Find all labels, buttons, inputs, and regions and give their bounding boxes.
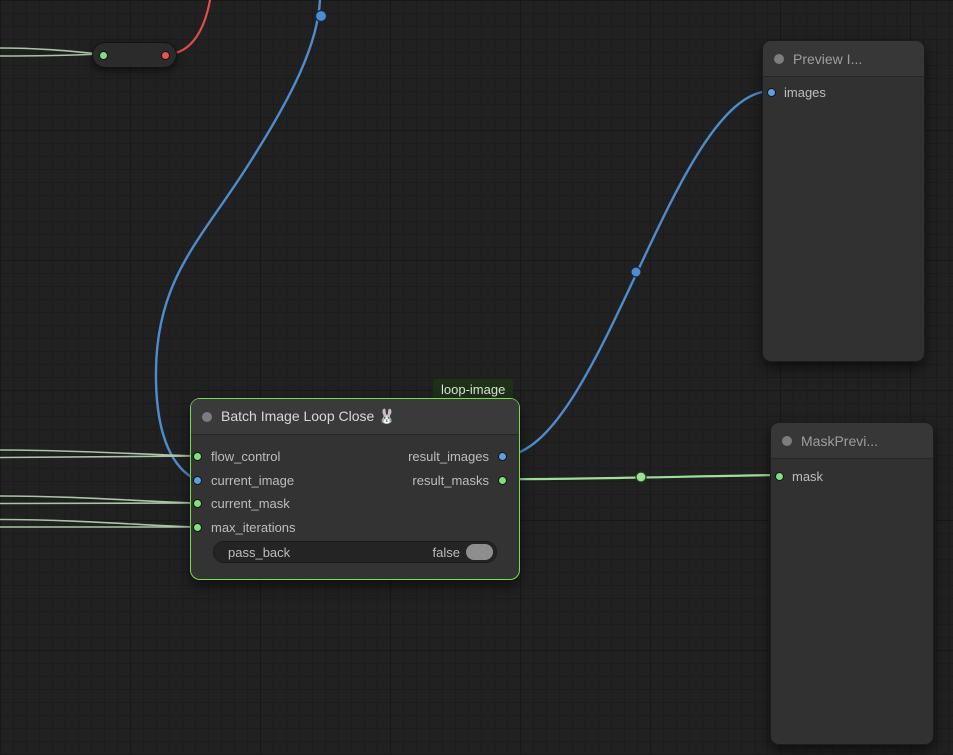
images-slot[interactable] xyxy=(767,88,776,97)
input-row-max-iterations: max_iterations xyxy=(193,516,296,540)
mask-label: mask xyxy=(792,469,823,484)
wire-pale-collapsed-b xyxy=(0,54,100,56)
current-image-label: current_image xyxy=(211,473,294,488)
pass-back-label: pass_back xyxy=(228,545,433,560)
node-title-bar[interactable]: Batch Image Loop Close 🐰 xyxy=(191,399,519,435)
input-slots: flow_control current_image current_mask … xyxy=(193,445,296,539)
collapse-dot-icon[interactable] xyxy=(202,412,212,422)
max-iterations-label: max_iterations xyxy=(211,520,296,535)
node-title: Batch Image Loop Close 🐰 xyxy=(221,408,396,425)
wire-midpoint-dot-mask[interactable] xyxy=(636,472,646,482)
node-badge-label: loop-image xyxy=(441,382,505,397)
current-mask-label: current_mask xyxy=(211,496,290,511)
wire-pale-flow-control-a xyxy=(0,450,196,456)
node-graph-canvas[interactable]: loop-image Batch Image Loop Close 🐰 flow… xyxy=(0,0,953,755)
current-image-slot[interactable] xyxy=(193,476,202,485)
input-row-flow-control: flow_control xyxy=(193,445,296,469)
collapsed-node-output-slot[interactable] xyxy=(161,51,170,60)
max-iterations-slot[interactable] xyxy=(193,523,202,532)
images-label: images xyxy=(784,85,826,100)
wire-midpoint-dot-images[interactable] xyxy=(631,267,641,277)
wire-pale-current-mask-b xyxy=(0,503,196,504)
output-row-result-images: result_images xyxy=(408,445,507,469)
wire-pale-max-iterations-a xyxy=(0,520,196,528)
node-title-bar[interactable]: MaskPrevi... xyxy=(771,423,933,459)
output-row-result-masks: result_masks xyxy=(408,469,507,493)
result-images-slot[interactable] xyxy=(498,452,507,461)
node-badge: loop-image xyxy=(433,379,513,399)
collapsed-node-input-slot[interactable] xyxy=(99,51,108,60)
current-mask-slot[interactable] xyxy=(193,499,202,508)
flow-control-label: flow_control xyxy=(211,449,280,464)
toggle-knob[interactable] xyxy=(466,544,493,560)
wire-pale-current-mask-a xyxy=(0,496,196,503)
result-images-label: result_images xyxy=(408,449,489,464)
result-masks-slot[interactable] xyxy=(498,476,507,485)
wire-pale-flow-control-b xyxy=(0,456,196,458)
wire-midpoint-dot-top[interactable] xyxy=(316,11,327,22)
collapsed-node[interactable] xyxy=(92,42,177,68)
result-masks-label: result_masks xyxy=(412,473,489,488)
batch-image-loop-close-node[interactable]: Batch Image Loop Close 🐰 flow_control cu… xyxy=(190,398,520,580)
flow-control-slot[interactable] xyxy=(193,452,202,461)
preview-image-node[interactable]: Preview I... images xyxy=(762,40,925,362)
pass-back-value: false xyxy=(433,545,460,560)
mask-preview-node[interactable]: MaskPrevi... mask xyxy=(770,422,934,745)
output-slots: result_images result_masks xyxy=(408,445,507,492)
pass-back-toggle-widget[interactable]: pass_back false xyxy=(213,541,497,563)
input-row-current-mask: current_mask xyxy=(193,492,296,516)
mask-slot[interactable] xyxy=(775,472,784,481)
node-title: Preview I... xyxy=(793,51,862,67)
collapse-dot-icon[interactable] xyxy=(774,54,784,64)
node-title: MaskPrevi... xyxy=(801,433,878,449)
input-row-mask: mask xyxy=(775,465,823,489)
input-row-current-image: current_image xyxy=(193,469,296,493)
input-row-images: images xyxy=(767,81,826,105)
wire-pale-collapsed-a xyxy=(0,48,100,54)
collapse-dot-icon[interactable] xyxy=(782,436,792,446)
node-title-bar[interactable]: Preview I... xyxy=(763,41,924,77)
